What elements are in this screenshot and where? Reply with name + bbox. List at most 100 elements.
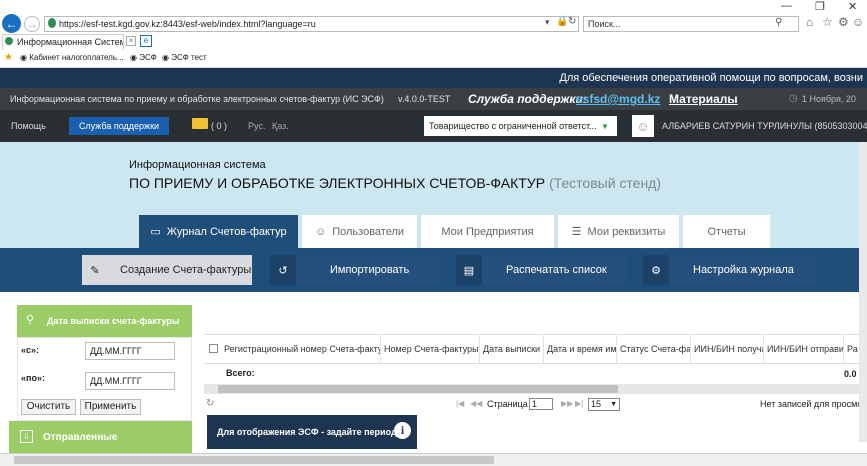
next-page-icon[interactable]: ▶▶ — [561, 399, 573, 408]
last-page-icon[interactable]: ▶| — [575, 399, 583, 408]
user-name[interactable]: АЛБАРИЕВ САТУРИН ТУРЛИНУЛЫ (85053030046 — [662, 121, 867, 131]
support-label: Служба поддержки: — [468, 92, 587, 106]
user-avatar-icon[interactable]: ☺ — [632, 115, 654, 137]
search-icon: ⚲ — [26, 314, 35, 326]
browser-tab-title: Информационная Система ... — [17, 37, 123, 47]
chevron-down-icon: ▼ — [610, 401, 617, 408]
date-filter-header[interactable]: Дата выписки счета-фактуры — [17, 305, 192, 337]
action-label: Создание Счета-фактуры — [120, 264, 252, 276]
date-from-input[interactable]: ДД.ММ.ГГГГ — [85, 342, 175, 360]
tab-favicon-icon — [5, 37, 13, 45]
sent-label: Отправленные — [43, 431, 118, 443]
favorites-star-icon[interactable]: ☆ — [822, 15, 833, 29]
tab-users[interactable]: ☺ Пользователи — [302, 215, 417, 248]
minimize-icon[interactable]: — — [781, 0, 792, 12]
home-icon[interactable]: ⌂ — [806, 15, 813, 29]
select-all-checkbox[interactable] — [209, 344, 218, 353]
scrollbar-thumb[interactable] — [218, 385, 618, 393]
list-icon: ☰ — [571, 226, 582, 238]
grid-horizontal-scrollbar[interactable] — [204, 384, 859, 394]
tab-my-details[interactable]: ☰ Мои реквизиты — [558, 215, 679, 248]
first-page-icon[interactable]: |◀ — [456, 399, 464, 408]
column-header[interactable]: Регистрационный номер Счета-фактур — [221, 334, 381, 364]
column-header[interactable]: Дата и время имг — [544, 334, 617, 364]
column-header[interactable]: Ра — [844, 334, 859, 364]
url-field[interactable]: https://esf-test.kgd.gov.kz:8443/esf-web… — [44, 16, 579, 32]
journal-settings-button[interactable]: ⚙ Настройка журнала — [643, 255, 815, 285]
info-icon[interactable]: i — [394, 422, 411, 439]
version-label: v.4.0.0-TEST — [398, 94, 451, 104]
favorite-link[interactable]: ◉ ЭСФ тест — [162, 52, 207, 64]
refresh-icon[interactable]: ↻ — [568, 16, 576, 27]
apply-button[interactable]: Применить — [80, 399, 141, 415]
favorite-label: ЭСФ тест — [171, 53, 207, 62]
action-label: Распечатать список — [506, 264, 607, 276]
monitor-icon: ▭ — [150, 226, 161, 238]
dropdown-icon[interactable]: ▾ — [545, 17, 550, 28]
envelope-icon[interactable] — [192, 118, 208, 129]
page-vertical-scrollbar[interactable] — [859, 142, 867, 442]
print-list-button[interactable]: ▤ Распечатать список — [456, 255, 626, 285]
user-icon: ☺ — [314, 225, 327, 238]
total-value: 0.0 — [844, 369, 857, 379]
to-label: «по»: — [21, 373, 45, 383]
tab-label: Мои Предприятия — [441, 225, 534, 238]
close-window-icon[interactable]: ✕ — [848, 0, 857, 13]
from-label: «с»: — [21, 345, 40, 355]
favorite-link[interactable]: ◉ Кабинет налогоплатель... — [20, 52, 124, 64]
support-button[interactable]: Служба поддержки — [69, 117, 169, 135]
favorite-label: Кабинет налогоплатель... — [29, 53, 124, 62]
lang-ru[interactable]: Рус. — [248, 121, 265, 131]
prev-page-icon[interactable]: ◀◀ — [470, 399, 482, 408]
column-header[interactable]: ИИН/БИН получа — [691, 334, 764, 364]
tab-my-enterprises[interactable]: Мои Предприятия — [421, 215, 554, 248]
page-label: Страница — [487, 399, 528, 409]
lock-icon[interactable]: 🔒 — [556, 16, 568, 27]
hero-test-stand: (Тестовый стенд) — [548, 175, 662, 191]
browser-search-input[interactable]: Поиск... — [583, 16, 799, 32]
import-icon: ↺ — [270, 255, 296, 285]
hero-line1: Информационная система — [129, 159, 266, 171]
page-horizontal-scrollbar[interactable] — [0, 453, 867, 466]
settings-gear-icon[interactable]: ⚙ — [838, 15, 849, 29]
page-size-select[interactable]: 15 ▼ — [588, 398, 620, 411]
tab-reports[interactable]: Отчеты — [683, 215, 770, 248]
scrollbar-thumb[interactable] — [14, 456, 494, 464]
hint-text: Для отображения ЭСФ - задайте период — [217, 427, 397, 437]
tab-close-icon[interactable]: × — [126, 36, 136, 46]
tab-invoice-journal[interactable]: ▭ Журнал Счетов-фактур — [139, 215, 298, 248]
page-input[interactable]: 1 — [529, 398, 553, 410]
smiley-icon[interactable]: ☺ — [852, 15, 864, 29]
organization-select[interactable]: Товарищество с ограниченной ответст... — [424, 116, 617, 136]
search-icon[interactable]: ⚲ — [775, 17, 782, 28]
import-button[interactable]: ↺ Импортировать — [270, 255, 440, 285]
favorite-link[interactable]: ◉ ЭСФ — [130, 52, 157, 64]
sent-section[interactable]: Отправленные — [9, 421, 192, 453]
column-header[interactable]: Дата выписки — [480, 334, 544, 364]
column-header[interactable]: Номер Счета-фактуры — [381, 334, 480, 364]
refresh-icon[interactable]: ↻ — [206, 398, 214, 409]
action-label: Импортировать — [330, 264, 410, 276]
sent-box-icon: ⇩ — [20, 430, 33, 443]
clear-button[interactable]: Очистить — [21, 399, 76, 415]
create-invoice-button[interactable]: ✎ Создание Счета-фактуры — [82, 255, 252, 285]
help-link[interactable]: Помощь — [11, 121, 46, 131]
new-tab-icon[interactable]: e — [140, 35, 152, 47]
filter-title: Дата выписки счета-фактуры — [47, 316, 180, 326]
forward-icon[interactable]: → — [24, 16, 40, 32]
back-icon[interactable]: ← — [2, 14, 21, 33]
materials-link[interactable]: Материалы — [669, 92, 738, 106]
chevron-down-icon[interactable]: ▼ — [601, 122, 609, 131]
date-to-input[interactable]: ДД.ММ.ГГГГ — [85, 372, 175, 390]
announcement-banner: Для обеспечения оперативной помощи по во… — [0, 68, 867, 88]
column-header[interactable]: ИИН/БИН отправит — [764, 334, 844, 364]
date-label: 1 Ноября, 20 — [802, 94, 856, 104]
no-records-label: Нет записей для просмо — [760, 399, 863, 409]
browser-tab[interactable]: Информационная Система ... — [2, 34, 124, 50]
tab-label: Журнал Счетов-фактур — [166, 225, 287, 238]
lang-kz[interactable]: Қаз. — [272, 121, 289, 131]
restore-icon[interactable]: ❐ — [815, 0, 825, 13]
site-favicon-icon — [48, 18, 56, 28]
support-email-link[interactable]: esfsd@mgd.kz — [576, 92, 660, 106]
column-header[interactable]: Статус Счета-фак — [617, 334, 691, 364]
